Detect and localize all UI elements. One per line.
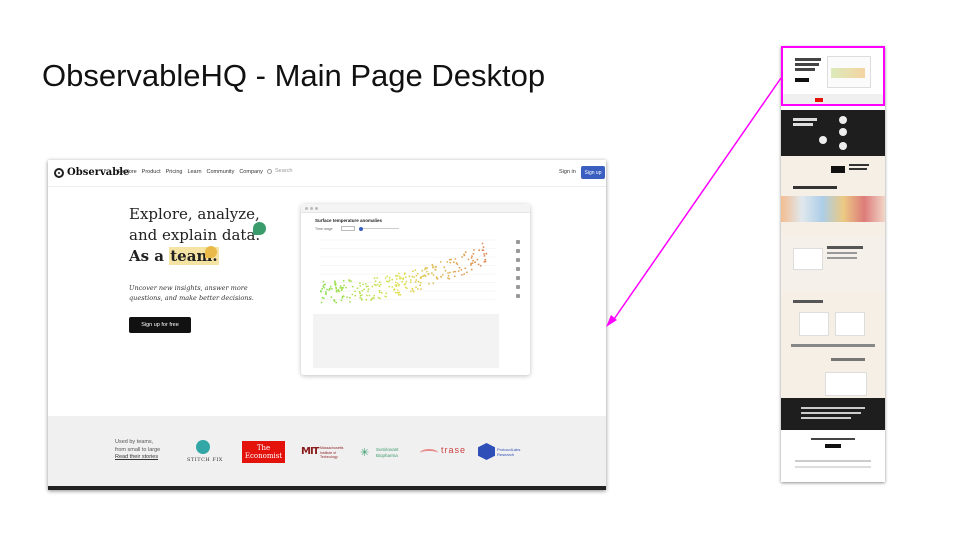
pointer-arrow (606, 77, 782, 327)
